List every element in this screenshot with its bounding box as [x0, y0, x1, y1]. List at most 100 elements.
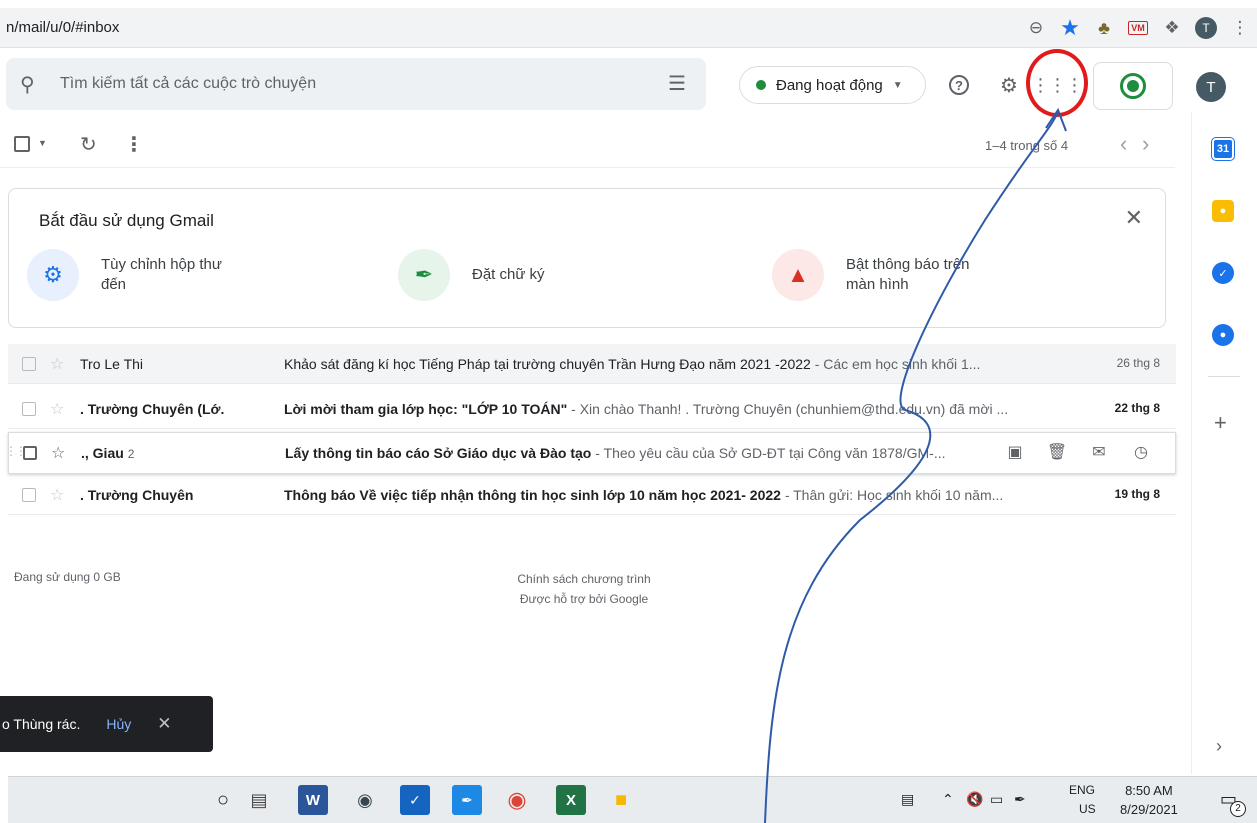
extensions-puzzle-icon[interactable]: ❖ — [1155, 8, 1189, 48]
snooze-icon[interactable]: ◷ — [1129, 439, 1153, 465]
clock[interactable]: 8:50 AM 8/29/2021 — [1120, 781, 1178, 819]
owl-extension-icon[interactable]: ♣ — [1087, 8, 1121, 48]
select-all-checkbox[interactable] — [14, 136, 30, 152]
chrome-icon[interactable]: ◉ — [502, 785, 532, 815]
language-indicator[interactable]: ENG US — [1069, 781, 1096, 819]
calendar-icon[interactable]: 31 — [1212, 138, 1234, 160]
side-panel: 31 ● ✓ ● + › — [1191, 112, 1257, 774]
task-view-icon[interactable]: ▤ — [244, 785, 274, 815]
table-row[interactable]: ☆ . Trường Chuyên (Lớ. Lời mời tham gia … — [8, 389, 1176, 429]
organization-logo-button[interactable] — [1093, 62, 1173, 110]
divider — [1208, 376, 1240, 377]
set-signature-item[interactable]: ✒ Đặt chữ ký — [398, 249, 545, 301]
archive-icon[interactable]: ▣ — [1003, 439, 1027, 465]
highlight-circle — [1026, 49, 1088, 117]
row-checkbox[interactable] — [22, 357, 36, 371]
battery-icon[interactable]: ▭ — [990, 791, 1003, 808]
browser-address-bar[interactable]: n/mail/u/0/#inbox ⊖ ★ ♣ VM ❖ T ⋮ — [0, 8, 1257, 48]
chevron-right-icon[interactable]: › — [1216, 736, 1222, 757]
customize-inbox-item[interactable]: ⚙ Tùy chỉnh hộp thư đến — [27, 249, 222, 301]
profile-icon[interactable]: T — [1189, 8, 1223, 48]
page-count: 1–4 trong số 4 — [985, 138, 1069, 153]
clock-date: 8/29/2021 — [1120, 802, 1178, 817]
refresh-icon[interactable]: ↻ — [80, 132, 97, 157]
mail-snippet: - Theo yêu cầu của Sở GD-ĐT tại Công văn… — [591, 445, 946, 461]
prev-page-icon[interactable]: ‹ — [1120, 131, 1127, 157]
chevron-up-icon[interactable]: ⌃ — [942, 791, 954, 808]
volume-muted-icon[interactable]: 🔇 — [966, 791, 983, 808]
clock-time: 8:50 AM — [1125, 783, 1173, 798]
search-options-icon[interactable]: ☰ — [668, 71, 686, 96]
row-actions: ▣ 🗑 ✉ ◷ — [1003, 439, 1153, 465]
zoom-out-icon[interactable]: ⊖ — [1019, 8, 1053, 48]
browser-toolbar-icons: ⊖ ★ ♣ VM ❖ T ⋮ — [1019, 8, 1257, 48]
mark-read-icon[interactable]: ✉ — [1087, 439, 1111, 465]
enable-notifications-item[interactable]: ▲ Bật thông báo trên màn hình — [772, 249, 969, 301]
close-icon[interactable]: ✕ — [157, 714, 171, 734]
footer-links: Chính sách chương trình Được hỗ trợ bởi … — [484, 569, 684, 609]
star-icon[interactable]: ☆ — [50, 485, 64, 505]
get-started-card: Bắt đầu sử dụng Gmail ✕ ⚙ Tùy chỉnh hộp … — [8, 188, 1166, 328]
customize-inbox-line1: Tùy chỉnh hộp thư — [101, 256, 222, 273]
row-checkbox[interactable] — [22, 402, 36, 416]
mail-subject: Thông báo Về việc tiếp nhận thông tin họ… — [284, 487, 781, 503]
tasks-icon[interactable]: ✓ — [1212, 262, 1234, 284]
select-dropdown-icon[interactable]: ▼ — [38, 138, 47, 148]
enable-notifications-label: Bật thông báo trên màn hình — [846, 255, 969, 295]
account-avatar[interactable]: T — [1196, 72, 1226, 102]
notification-count: 2 — [1230, 801, 1246, 817]
close-icon[interactable]: ✕ — [1125, 205, 1143, 231]
table-row[interactable]: ☆ . Trường Chuyên Thông báo Về việc tiếp… — [8, 475, 1176, 515]
word-icon[interactable]: W — [298, 785, 328, 815]
star-icon[interactable]: ☆ — [50, 399, 64, 419]
star-icon[interactable]: ☆ — [50, 354, 64, 374]
gear-icon[interactable]: ⚙ — [996, 72, 1022, 98]
add-addon-icon[interactable]: + — [1214, 410, 1227, 436]
camera-icon[interactable]: ◉ — [350, 785, 380, 815]
search-bar[interactable]: ⚲ Tìm kiếm tất cả các cuộc trò chuyện ☰ — [6, 58, 706, 110]
star-icon[interactable]: ☆ — [51, 443, 65, 463]
contacts-icon[interactable]: ● — [1212, 324, 1234, 346]
row-checkbox[interactable] — [23, 446, 37, 460]
next-page-icon[interactable]: › — [1142, 131, 1149, 157]
mail-subject: Lời mời tham gia lớp học: "LỚP 10 TOÁN" — [284, 401, 568, 417]
customize-inbox-label: Tùy chỉnh hộp thư đến — [101, 255, 222, 295]
delete-icon[interactable]: 🗑 — [1045, 439, 1069, 465]
drag-handle-icon[interactable]: ⋮⋮ — [5, 444, 27, 458]
keep-icon[interactable]: ● — [1212, 200, 1234, 222]
policy-link[interactable]: Chính sách chương trình — [484, 569, 684, 589]
row-checkbox[interactable] — [22, 488, 36, 502]
menu-icon[interactable]: ⋮ — [1223, 8, 1257, 48]
set-signature-label: Đặt chữ ký — [472, 266, 545, 283]
vm-extension-label: VM — [1128, 21, 1148, 35]
mail-snippet: - Thân gửi: Học sinh khối 10 năm... — [780, 487, 1004, 503]
undo-button[interactable]: Hủy — [106, 716, 131, 732]
mail-toolbar: ▼ ↻ ⋮ 1–4 trong số 4 ‹ › — [0, 124, 1175, 168]
mail-body: Lấy thông tin báo cáo Sở Giáo dục và Đào… — [285, 445, 997, 461]
more-options-icon[interactable]: ⋮ — [124, 132, 144, 157]
file-explorer-icon[interactable]: ■ — [606, 785, 636, 815]
excel-icon[interactable]: X — [556, 785, 586, 815]
status-dropdown[interactable]: Đang hoạt động ▼ — [739, 66, 926, 104]
storage-usage: Đang sử dụng 0 GB — [14, 570, 121, 584]
bookmark-star-icon[interactable]: ★ — [1053, 8, 1087, 48]
mail-date: 19 thg 8 — [1114, 487, 1160, 501]
help-icon[interactable]: ? — [949, 75, 969, 95]
mail-snippet: - Xin chào Thanh! . Trường Chuyên (chunh… — [567, 401, 1009, 417]
search-input[interactable]: Tìm kiếm tất cả các cuộc trò chuyện — [60, 75, 316, 93]
search-icon[interactable]: ⚲ — [20, 72, 35, 97]
mail-sender: Tro Le Thi — [80, 356, 144, 372]
mail-sender: ., Giau 2 — [81, 445, 271, 461]
vm-extension-icon[interactable]: VM — [1121, 8, 1155, 48]
table-row[interactable]: ☆ Tro Le Thi Khảo sát đăng kí học Tiếng … — [8, 344, 1176, 384]
url-text[interactable]: n/mail/u/0/#inbox — [6, 19, 119, 36]
keyboard-icon[interactable]: ▤ — [901, 791, 914, 808]
mail-snippet: - Các em học sinh khối 1... — [810, 356, 981, 372]
pen-icon[interactable]: ✒ — [1014, 791, 1026, 808]
status-dot — [756, 80, 766, 90]
table-row[interactable]: ⋮⋮ ☆ ., Giau 2 Lấy thông tin báo cáo Sở G… — [5, 432, 1176, 474]
whiteboard-icon[interactable]: ✓ — [400, 785, 430, 815]
sketch-icon[interactable]: ✒ — [452, 785, 482, 815]
cortana-icon[interactable]: ○ — [208, 785, 238, 815]
lang-line1: ENG — [1069, 783, 1096, 797]
